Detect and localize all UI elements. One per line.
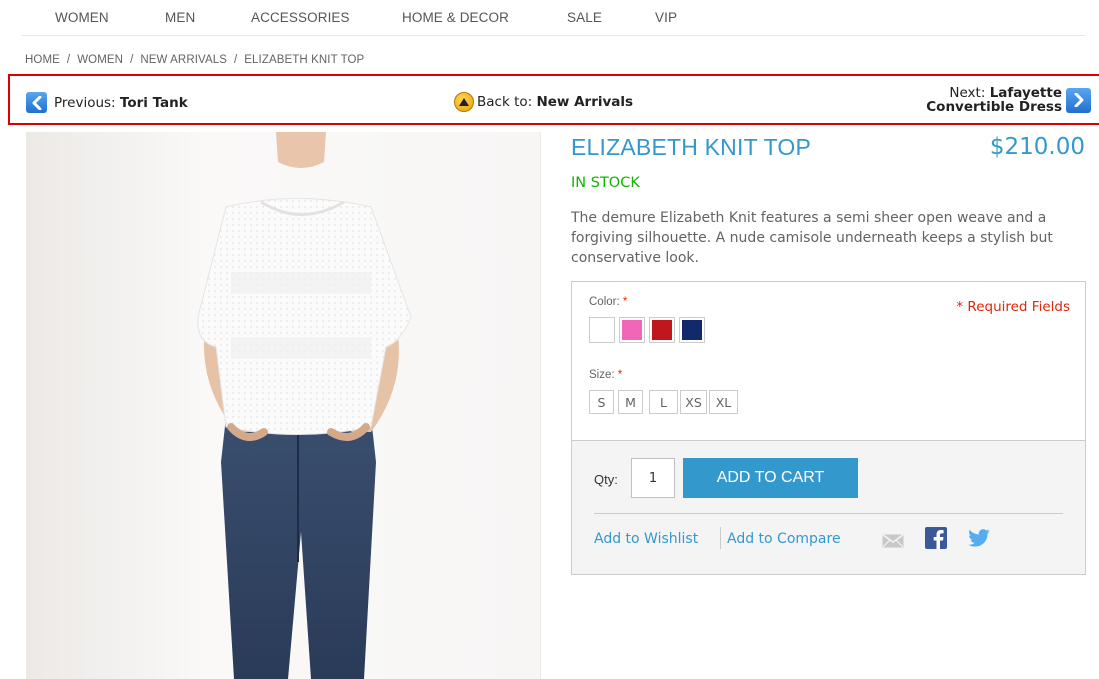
breadcrumb-current: ELIZABETH KNIT TOP (244, 54, 365, 66)
nav-divider (22, 35, 1085, 36)
swatch-red[interactable] (649, 317, 675, 343)
breadcrumb-separator: / (130, 54, 134, 66)
color-label-text: Color: (589, 296, 620, 308)
color-label: Color: * (589, 296, 627, 308)
email-icon[interactable] (882, 533, 904, 552)
facebook-icon[interactable] (925, 527, 947, 553)
breadcrumb-home[interactable]: HOME (25, 54, 60, 66)
options-section: Color: * * Required Fields Size: * S M L… (572, 282, 1085, 440)
breadcrumb-women[interactable]: WOMEN (77, 54, 123, 66)
back-category-name: New Arrivals (536, 94, 634, 110)
product-options-box: Color: * * Required Fields Size: * S M L… (571, 281, 1086, 575)
product-price: $210.00 (989, 134, 1085, 160)
color-required-marker: * (622, 296, 628, 308)
cart-divider (594, 513, 1063, 514)
breadcrumb: HOME / WOMEN / NEW ARRIVALS / ELIZABETH KNIT T… (25, 54, 364, 66)
chevron-right-icon (1066, 87, 1091, 113)
size-option-xl[interactable]: XL (709, 390, 738, 414)
link-separator (720, 527, 721, 549)
next-product-name-line2: Convertible Dress (926, 99, 1062, 115)
size-required-marker: * (617, 369, 623, 381)
add-to-cart-button[interactable]: ADD TO CART (683, 458, 858, 498)
qty-label: Qty: (594, 472, 618, 487)
qty-input[interactable] (631, 458, 675, 498)
add-to-cart-section: Qty: ADD TO CART Add to Wishlist Add to … (572, 440, 1085, 574)
up-arrow-circle-icon (454, 92, 474, 112)
next-product-link[interactable]: Next: Lafayette Convertible Dress (926, 86, 1091, 114)
nav-vip[interactable]: VIP (655, 10, 677, 25)
breadcrumb-separator: / (66, 54, 71, 66)
size-label-text: Size: (589, 369, 615, 381)
product-title: ELIZABETH KNIT TOP (571, 134, 812, 160)
product-description: The demure Elizabeth Knit features a sem… (571, 210, 1053, 266)
required-fields-note: * Required Fields (956, 299, 1070, 315)
nav-women[interactable]: WOMEN (55, 10, 109, 25)
breadcrumb-separator: / (233, 54, 238, 66)
size-option-xs[interactable]: XS (680, 390, 707, 414)
swatch-pink[interactable] (619, 317, 645, 343)
previous-label: Previous: (54, 94, 116, 111)
breadcrumb-new-arrivals[interactable]: NEW ARRIVALS (140, 54, 227, 66)
size-option-l[interactable]: L (649, 390, 678, 414)
availability-status: IN STOCK (571, 175, 640, 191)
swatch-white[interactable] (589, 317, 615, 343)
nav-sale[interactable]: SALE (567, 10, 602, 25)
previous-product-name: Tori Tank (119, 94, 188, 111)
back-label: Back to: (477, 94, 533, 110)
back-to-category-link[interactable]: Back to: New Arrivals (454, 92, 633, 112)
add-to-compare-link[interactable]: Add to Compare (727, 531, 841, 547)
add-to-wishlist-link[interactable]: Add to Wishlist (594, 531, 698, 547)
swatch-navy[interactable] (679, 317, 705, 343)
nav-home-decor[interactable]: HOME & DECOR (402, 10, 509, 25)
chevron-left-icon (26, 92, 47, 113)
size-label: Size: * (589, 369, 622, 381)
size-option-m[interactable]: M (618, 390, 643, 414)
twitter-icon[interactable] (968, 529, 990, 551)
size-option-s[interactable]: S (589, 390, 614, 414)
product-image[interactable] (26, 132, 541, 679)
nav-men[interactable]: MEN (165, 10, 195, 25)
top-navigation: WOMEN MEN ACCESSORIES HOME & DECOR SALE … (0, 0, 1099, 36)
product-prev-next-bar: Previous: Tori Tank Back to: New Arrival… (8, 74, 1099, 125)
previous-product-link[interactable]: Previous: Tori Tank (26, 92, 188, 113)
nav-accessories[interactable]: ACCESSORIES (251, 10, 350, 25)
